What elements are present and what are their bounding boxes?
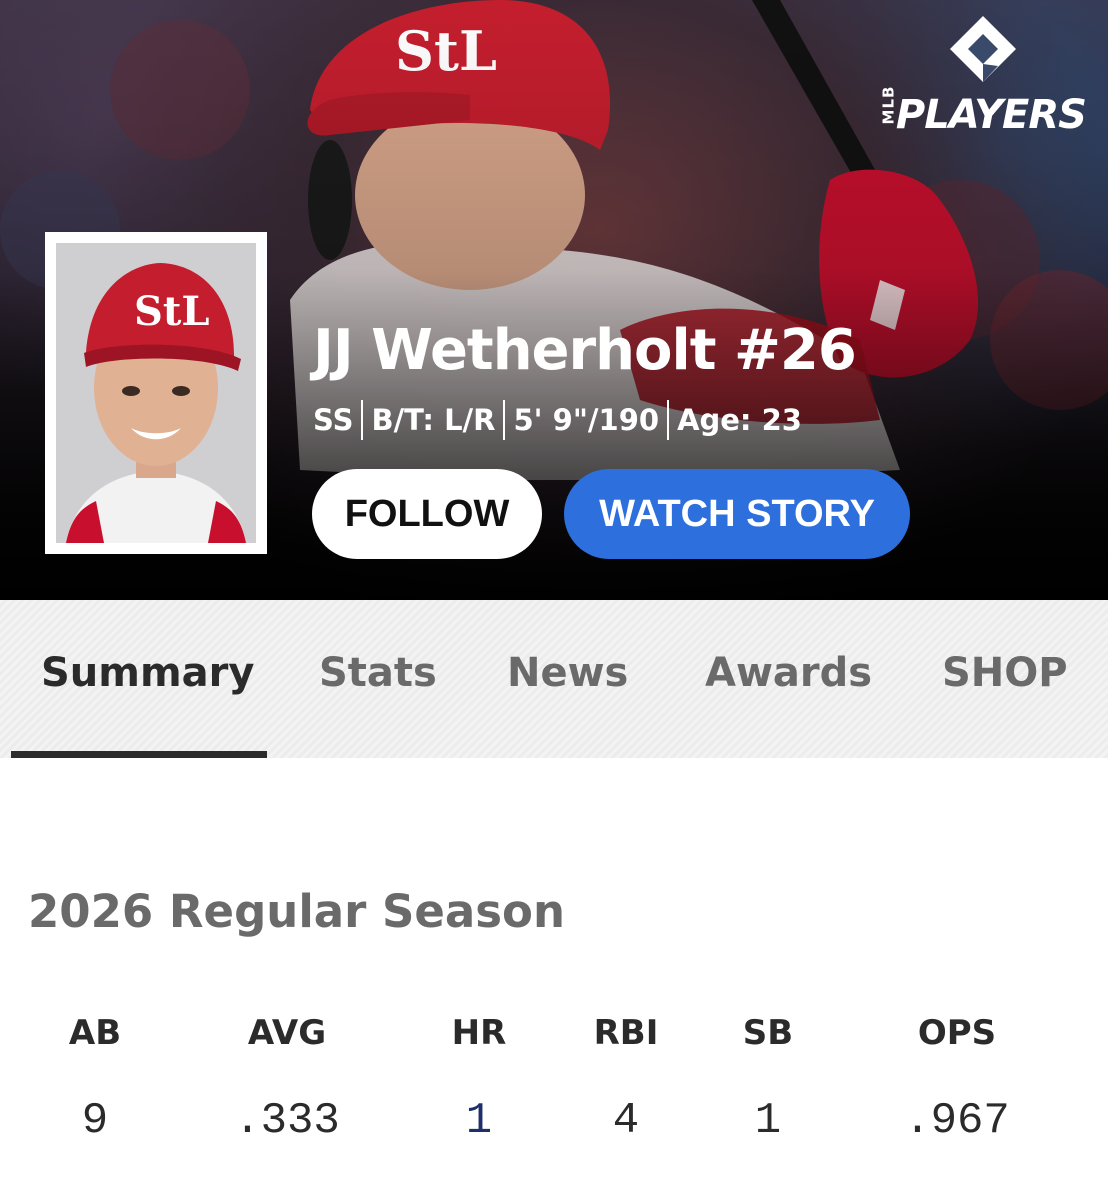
tab-stats[interactable]: Stats bbox=[319, 650, 437, 710]
active-tab-indicator bbox=[11, 751, 267, 758]
stat-label: HR bbox=[451, 1013, 507, 1053]
player-headshot: StL bbox=[45, 232, 267, 554]
stat-sb: SB 1 bbox=[688, 1005, 848, 1149]
stat-value: .967 bbox=[904, 1096, 1010, 1146]
stat-ab: AB 9 bbox=[15, 1005, 175, 1149]
svg-text:StL: StL bbox=[134, 288, 210, 335]
player-bats-throws: B/T: L/R bbox=[371, 403, 496, 437]
tab-shop[interactable]: SHOP bbox=[942, 650, 1068, 710]
watch-story-button[interactable]: WATCH STORY bbox=[564, 469, 910, 559]
logo-mlb-label: MLB bbox=[879, 85, 898, 125]
meta-divider bbox=[667, 400, 670, 440]
player-age: Age: 23 bbox=[677, 403, 802, 437]
stat-value: 4 bbox=[612, 1096, 640, 1146]
tab-summary[interactable]: Summary bbox=[41, 650, 254, 710]
stat-value: 1 bbox=[754, 1096, 782, 1146]
season-stats-table: AB 9 AVG .333 HR 1 RBI 4 SB 1 OPS .967 bbox=[0, 1005, 1108, 1165]
player-height-weight: 5' 9"/190 bbox=[513, 403, 660, 437]
stat-hr: HR 1 bbox=[399, 1005, 559, 1149]
stat-avg: AVG .333 bbox=[207, 1005, 367, 1149]
stat-label: OPS bbox=[917, 1013, 997, 1053]
stat-label: AB bbox=[68, 1013, 122, 1053]
meta-divider bbox=[503, 400, 506, 440]
meta-divider bbox=[361, 400, 364, 440]
stat-ops: OPS .967 bbox=[877, 1005, 1037, 1149]
follow-button[interactable]: FOLLOW bbox=[312, 469, 542, 559]
stat-label: SB bbox=[742, 1013, 794, 1053]
player-name: JJ Wetherholt #26 bbox=[313, 318, 857, 383]
stat-label: AVG bbox=[247, 1013, 327, 1053]
mlb-players-logo[interactable]: MLB PLAYERS bbox=[876, 14, 1087, 138]
tab-news[interactable]: News bbox=[507, 650, 628, 710]
player-hero: StL MLB PLAYERS StL bbox=[0, 0, 1108, 600]
stat-label: RBI bbox=[593, 1013, 659, 1053]
stat-value: .333 bbox=[234, 1096, 340, 1146]
stat-rbi: RBI 4 bbox=[546, 1005, 706, 1149]
stat-value: 9 bbox=[81, 1096, 109, 1146]
season-title: 2026 Regular Season bbox=[28, 885, 566, 938]
headshot-portrait-image: StL bbox=[56, 243, 256, 543]
stat-value-link[interactable]: 1 bbox=[399, 1093, 559, 1149]
profile-tab-bar: Summary Stats News Awards SHOP bbox=[0, 600, 1108, 758]
player-bio-line: SS B/T: L/R 5' 9"/190 Age: 23 bbox=[313, 400, 802, 440]
logo-players-label: PLAYERS bbox=[895, 92, 1087, 138]
players-diamond-icon bbox=[950, 16, 1016, 82]
player-position: SS bbox=[313, 403, 354, 437]
tab-awards[interactable]: Awards bbox=[705, 650, 872, 710]
